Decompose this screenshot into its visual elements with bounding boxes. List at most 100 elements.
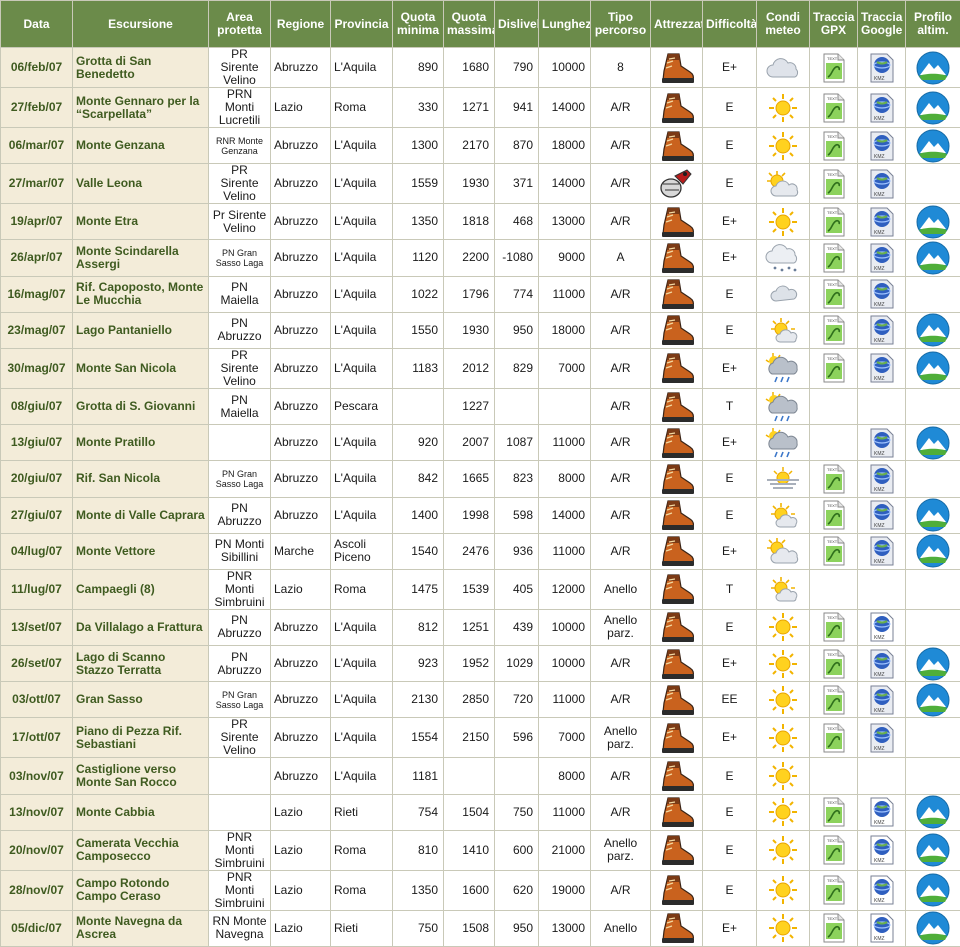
excursion-link[interactable]: Monte Gennaro per la “Scarpellata” [73,88,209,128]
excursion-link[interactable]: Rif. San Nicola [73,461,209,497]
excursion-link[interactable]: Monte di Valle Caprara [73,497,209,533]
gpx-file-icon[interactable]: TEXT [822,649,846,679]
col-header-gear[interactable]: Attrezzatura [651,1,703,48]
excursion-link[interactable]: Monte San Nicola [73,348,209,388]
gpx-file-icon[interactable]: TEXT [822,207,846,237]
kmz-file-icon[interactable]: KMZ [869,536,895,566]
kmz-file-icon[interactable]: KMZ [869,913,895,943]
altitude-profile-icon[interactable] [916,683,950,717]
gpx-file-icon[interactable]: TEXT [822,315,846,345]
kmz-file-icon[interactable]: KMZ [869,207,895,237]
altitude-profile-icon[interactable] [916,833,950,867]
len-cell: 21000 [539,830,591,870]
kmz-file-icon[interactable]: KMZ [869,464,895,494]
excursion-link[interactable]: Gran Sasso [73,682,209,718]
kmz-file-icon[interactable]: KMZ [869,875,895,905]
excursion-link[interactable]: Monte Cabbia [73,794,209,830]
excursion-link[interactable]: Grotta di San Benedetto [73,48,209,88]
kmz-file-icon[interactable]: KMZ [869,835,895,865]
col-header-type[interactable]: Tipo percorso [591,1,651,48]
col-header-diff[interactable]: Difficoltà [703,1,757,48]
col-header-profile[interactable]: Profilo altim. [906,1,960,48]
gpx-file-icon[interactable]: TEXT [822,93,846,123]
altitude-profile-icon[interactable] [916,313,950,347]
kmz-file-icon[interactable]: KMZ [869,797,895,827]
gpx-file-icon[interactable]: TEXT [822,835,846,865]
gpx-file-icon[interactable]: TEXT [822,243,846,273]
altitude-profile-icon[interactable] [916,647,950,681]
gpx-file-icon[interactable]: TEXT [822,797,846,827]
gpx-file-icon[interactable]: TEXT [822,536,846,566]
gpx-file-icon[interactable]: TEXT [822,464,846,494]
col-header-weather[interactable]: Condi meteo [757,1,810,48]
gpx-file-icon[interactable]: TEXT [822,53,846,83]
excursion-link[interactable]: Monte Etra [73,204,209,240]
altitude-profile-icon[interactable] [916,351,950,385]
diff-cell: E [703,870,757,910]
excursion-link[interactable]: Campo Rotondo Campo Ceraso [73,870,209,910]
col-header-len[interactable]: Lunghezza [539,1,591,48]
kmz-file-icon[interactable]: KMZ [869,243,895,273]
excursion-link[interactable]: Castiglione verso Monte San Rocco [73,758,209,794]
col-header-disl[interactable]: Dislivello [495,1,539,48]
col-header-google[interactable]: Traccia Google [858,1,906,48]
gpx-file-icon[interactable]: TEXT [822,353,846,383]
gpx-file-icon[interactable]: TEXT [822,279,846,309]
gpx-file-icon[interactable]: TEXT [822,612,846,642]
altitude-profile-icon[interactable] [916,241,950,275]
col-header-gpx[interactable]: Traccia GPX [810,1,858,48]
gpx-file-icon[interactable]: TEXT [822,685,846,715]
altitude-profile-icon[interactable] [916,51,950,85]
kmz-file-icon[interactable]: KMZ [869,93,895,123]
excursion-link[interactable]: Camerata Vecchia Camposecco [73,830,209,870]
excursion-link[interactable]: Monte Genzana [73,128,209,164]
kmz-file-icon[interactable]: KMZ [869,53,895,83]
altitude-profile-icon[interactable] [916,795,950,829]
kmz-file-icon[interactable]: KMZ [869,353,895,383]
altitude-profile-icon[interactable] [916,426,950,460]
excursion-link[interactable]: Monte Pratillo [73,425,209,461]
gpx-file-icon[interactable]: TEXT [822,913,846,943]
excursion-link[interactable]: Piano di Pezza Rif. Sebastiani [73,718,209,758]
col-header-province[interactable]: Provincia [331,1,393,48]
altitude-profile-icon[interactable] [916,534,950,568]
kmz-file-icon[interactable]: KMZ [869,279,895,309]
kmz-file-icon[interactable]: KMZ [869,685,895,715]
excursion-link[interactable]: Da Villalago a Frattura [73,609,209,645]
altitude-profile-icon[interactable] [916,911,950,945]
kmz-file-icon[interactable]: KMZ [869,131,895,161]
gpx-file-icon[interactable]: TEXT [822,723,846,753]
excursion-link[interactable]: Monte Vettore [73,533,209,569]
altitude-profile-icon[interactable] [916,129,950,163]
col-header-qmin[interactable]: Quota minima [393,1,444,48]
col-header-region[interactable]: Regione [271,1,331,48]
altitude-profile-icon[interactable] [916,91,950,125]
excursion-link[interactable]: Lago di Scanno Stazzo Terratta [73,646,209,682]
excursion-link[interactable]: Valle Leona [73,164,209,204]
kmz-file-icon[interactable]: KMZ [869,649,895,679]
kmz-file-icon[interactable]: KMZ [869,500,895,530]
kmz-file-icon[interactable]: KMZ [869,169,895,199]
col-header-date[interactable]: Data [1,1,73,48]
altitude-profile-icon[interactable] [916,873,950,907]
kmz-file-icon[interactable]: KMZ [869,315,895,345]
kmz-file-icon[interactable]: KMZ [869,428,895,458]
col-header-area[interactable]: Area protetta [209,1,271,48]
col-header-qmax[interactable]: Quota massima [444,1,495,48]
altitude-profile-icon[interactable] [916,205,950,239]
excursion-link[interactable]: Monte Scindarella Assergi [73,240,209,276]
excursion-link[interactable]: Rif. Capoposto, Monte Le Mucchia [73,276,209,312]
col-header-name[interactable]: Escursione [73,1,209,48]
kmz-file-icon[interactable]: KMZ [869,612,895,642]
excursion-link[interactable]: Grotta di S. Giovanni [73,388,209,424]
gpx-file-icon[interactable]: TEXT [822,131,846,161]
excursion-link[interactable]: Campaegli (8) [73,569,209,609]
excursion-link[interactable]: Lago Pantaniello [73,312,209,348]
gpx-file-icon[interactable]: TEXT [822,169,846,199]
gpx-file-icon[interactable]: TEXT [822,500,846,530]
gpx-file-icon[interactable]: TEXT [822,875,846,905]
kmz-file-icon[interactable]: KMZ [869,723,895,753]
altitude-profile-icon[interactable] [916,498,950,532]
svg-text:KMZ: KMZ [874,487,885,493]
excursion-link[interactable]: Monte Navegna da Ascrea [73,910,209,946]
